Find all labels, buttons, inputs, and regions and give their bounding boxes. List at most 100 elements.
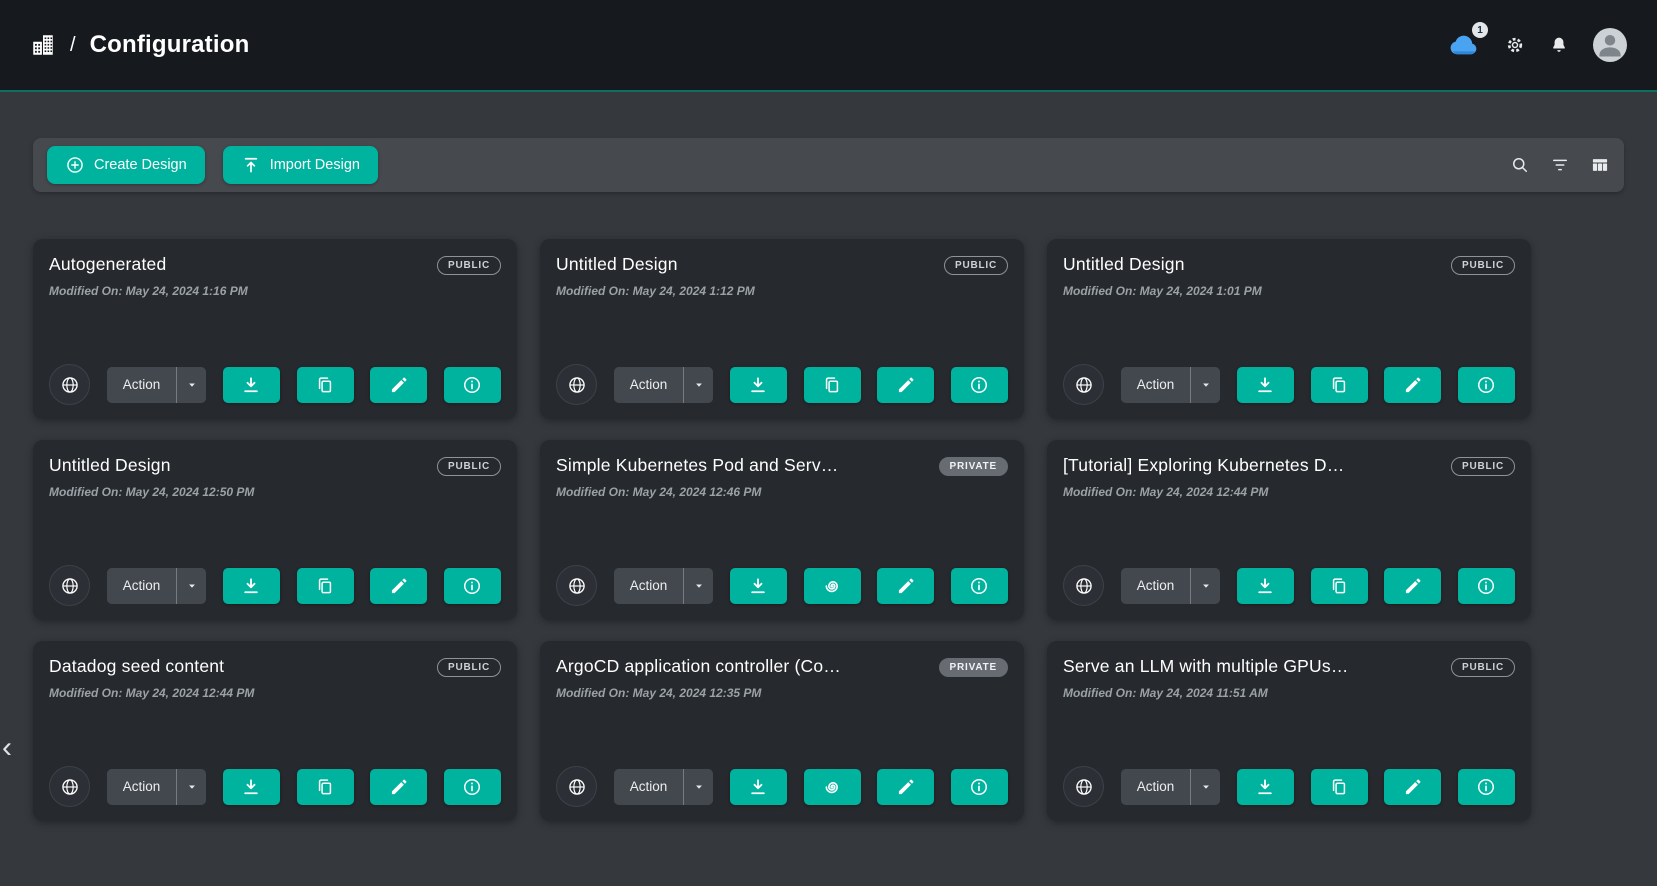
create-design-button[interactable]: Create Design xyxy=(47,146,205,184)
import-design-button[interactable]: Import Design xyxy=(223,146,378,184)
edit-icon xyxy=(1403,777,1423,797)
download-button[interactable] xyxy=(1237,367,1294,403)
action-button[interactable]: Action xyxy=(1121,568,1191,604)
edit-button[interactable] xyxy=(1384,769,1441,805)
info-button[interactable] xyxy=(951,568,1008,604)
chevron-down-icon xyxy=(1199,378,1213,392)
edit-button[interactable] xyxy=(877,769,934,805)
visibility-globe-button[interactable] xyxy=(49,766,90,807)
sidebar-collapse-chevron[interactable]: ‹ xyxy=(2,733,12,763)
duplicate-button[interactable] xyxy=(804,769,861,805)
edit-button[interactable] xyxy=(370,769,427,805)
download-button[interactable] xyxy=(223,568,280,604)
action-dropdown-button[interactable] xyxy=(683,367,713,403)
action-button[interactable]: Action xyxy=(1121,769,1191,805)
user-avatar[interactable] xyxy=(1593,28,1627,62)
table-view-button[interactable] xyxy=(1590,155,1610,175)
duplicate-button[interactable] xyxy=(297,568,354,604)
download-button[interactable] xyxy=(1237,769,1294,805)
action-button[interactable]: Action xyxy=(614,367,684,403)
design-title: Untitled Design xyxy=(556,254,678,275)
visibility-badge: PRIVATE xyxy=(939,457,1008,476)
action-dropdown-button[interactable] xyxy=(683,568,713,604)
edit-button[interactable] xyxy=(370,367,427,403)
info-button[interactable] xyxy=(444,367,501,403)
edit-icon xyxy=(389,576,409,596)
settings-button[interactable] xyxy=(1505,35,1525,55)
duplicate-button[interactable] xyxy=(804,367,861,403)
globe-icon xyxy=(60,777,80,797)
download-button[interactable] xyxy=(223,367,280,403)
toolbar-right-icons xyxy=(1510,155,1610,175)
action-dropdown-button[interactable] xyxy=(176,367,206,403)
download-button[interactable] xyxy=(730,367,787,403)
info-icon xyxy=(969,576,989,596)
duplicate-button[interactable] xyxy=(297,367,354,403)
edit-button[interactable] xyxy=(877,367,934,403)
action-button[interactable]: Action xyxy=(107,367,177,403)
action-button[interactable]: Action xyxy=(614,568,684,604)
action-button[interactable]: Action xyxy=(614,769,684,805)
action-dropdown-button[interactable] xyxy=(1190,568,1220,604)
duplicate-button[interactable] xyxy=(804,568,861,604)
download-button[interactable] xyxy=(223,769,280,805)
action-dropdown-button[interactable] xyxy=(1190,769,1220,805)
action-button[interactable]: Action xyxy=(107,568,177,604)
action-dropdown-button[interactable] xyxy=(176,568,206,604)
edit-button[interactable] xyxy=(1384,568,1441,604)
edit-button[interactable] xyxy=(877,568,934,604)
card-action-row: Action xyxy=(556,364,1008,405)
download-icon xyxy=(748,777,768,797)
design-card: Untitled Design PUBLIC Modified On: May … xyxy=(1047,239,1531,419)
cloud-provider-button[interactable]: 1 xyxy=(1447,28,1481,62)
visibility-globe-button[interactable] xyxy=(556,364,597,405)
app-header: / Configuration 1 xyxy=(0,0,1657,92)
info-button[interactable] xyxy=(1458,769,1515,805)
designs-toolbar: Create Design Import Design xyxy=(33,138,1624,192)
edit-button[interactable] xyxy=(370,568,427,604)
visibility-globe-button[interactable] xyxy=(1063,364,1104,405)
visibility-globe-button[interactable] xyxy=(556,565,597,606)
provider-count-badge: 1 xyxy=(1472,22,1488,38)
modified-on: Modified On: May 24, 2024 1:12 PM xyxy=(556,284,1008,298)
info-button[interactable] xyxy=(444,568,501,604)
duplicate-button[interactable] xyxy=(1311,769,1368,805)
action-button[interactable]: Action xyxy=(107,769,177,805)
download-button[interactable] xyxy=(730,568,787,604)
info-button[interactable] xyxy=(951,367,1008,403)
copy-icon xyxy=(1329,375,1349,395)
download-button[interactable] xyxy=(730,769,787,805)
duplicate-button[interactable] xyxy=(297,769,354,805)
download-icon xyxy=(748,375,768,395)
action-dropdown-button[interactable] xyxy=(176,769,206,805)
visibility-globe-button[interactable] xyxy=(556,766,597,807)
copy-icon xyxy=(1329,777,1349,797)
edit-button[interactable] xyxy=(1384,367,1441,403)
duplicate-button[interactable] xyxy=(1311,568,1368,604)
chevron-down-icon xyxy=(185,579,199,593)
visibility-globe-button[interactable] xyxy=(1063,565,1104,606)
chevron-down-icon xyxy=(185,378,199,392)
globe-icon xyxy=(60,375,80,395)
chevron-down-icon xyxy=(1199,579,1213,593)
info-button[interactable] xyxy=(444,769,501,805)
action-button[interactable]: Action xyxy=(1121,367,1191,403)
globe-icon xyxy=(1074,375,1094,395)
action-split-button: Action xyxy=(1121,769,1221,805)
plus-circle-icon xyxy=(65,155,85,175)
chevron-down-icon xyxy=(185,780,199,794)
visibility-globe-button[interactable] xyxy=(1063,766,1104,807)
filter-button[interactable] xyxy=(1550,155,1570,175)
visibility-globe-button[interactable] xyxy=(49,565,90,606)
duplicate-button[interactable] xyxy=(1311,367,1368,403)
action-dropdown-button[interactable] xyxy=(683,769,713,805)
info-button[interactable] xyxy=(1458,568,1515,604)
notifications-button[interactable] xyxy=(1549,35,1569,55)
info-button[interactable] xyxy=(1458,367,1515,403)
search-button[interactable] xyxy=(1510,155,1530,175)
action-dropdown-button[interactable] xyxy=(1190,367,1220,403)
visibility-globe-button[interactable] xyxy=(49,364,90,405)
design-title: Datadog seed content xyxy=(49,656,224,677)
info-button[interactable] xyxy=(951,769,1008,805)
download-button[interactable] xyxy=(1237,568,1294,604)
